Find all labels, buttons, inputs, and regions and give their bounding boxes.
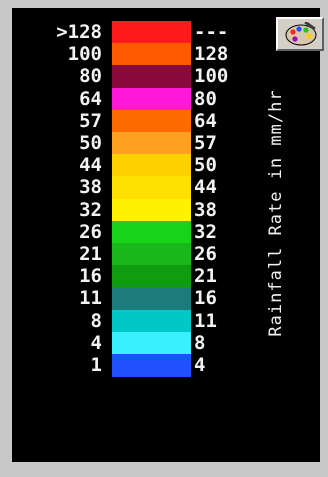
legend-max-label: 21 bbox=[194, 265, 217, 288]
legend-max-label: 16 bbox=[194, 287, 217, 310]
color-swatch-5 bbox=[112, 132, 191, 155]
color-swatch-11 bbox=[112, 265, 191, 289]
legend-min-label: 8 bbox=[90, 309, 102, 332]
color-swatch-3 bbox=[112, 87, 191, 111]
legend-min-label: 44 bbox=[79, 154, 102, 177]
legend-max-label: 100 bbox=[194, 65, 229, 88]
legend-min-label: 16 bbox=[79, 265, 102, 288]
palette-button[interactable] bbox=[276, 17, 324, 51]
legend-title-text: Rainfall Rate in mm/hr bbox=[266, 89, 286, 337]
color-swatch-13 bbox=[112, 309, 191, 333]
legend-max-label: 50 bbox=[194, 154, 217, 177]
legend-max-label: 38 bbox=[194, 198, 217, 221]
legend-max-label: 4 bbox=[194, 354, 206, 376]
color-swatch-14 bbox=[112, 331, 191, 355]
legend-max-label: 128 bbox=[194, 43, 229, 66]
legend-min-label: 100 bbox=[67, 43, 102, 66]
color-swatch-10 bbox=[112, 243, 191, 266]
legend-min-label: 1 bbox=[90, 354, 102, 376]
legend-max-label: 11 bbox=[194, 309, 217, 332]
legend-min-label: 32 bbox=[79, 198, 102, 221]
legend-max-label: 44 bbox=[194, 176, 217, 199]
color-swatch-6 bbox=[112, 154, 191, 178]
legend-min-label: >128 bbox=[56, 21, 102, 43]
color-swatch-12 bbox=[112, 287, 191, 311]
color-swatch-15 bbox=[112, 354, 191, 377]
legend-max-label: 80 bbox=[194, 87, 217, 110]
legend-max-label: 57 bbox=[194, 132, 217, 154]
palette-icon bbox=[285, 22, 317, 46]
legend-min-label: 64 bbox=[79, 87, 102, 110]
color-swatch-4 bbox=[112, 109, 191, 133]
legend-max-label: 64 bbox=[194, 109, 217, 132]
legend-min-label: 4 bbox=[90, 331, 102, 354]
legend-min-label: 11 bbox=[79, 287, 102, 310]
legend-max-label: 32 bbox=[194, 220, 217, 243]
legend-min-label: 50 bbox=[79, 132, 102, 154]
legend-max-label: 26 bbox=[194, 243, 217, 265]
color-swatch-2 bbox=[112, 65, 191, 89]
legend-min-label: 80 bbox=[79, 65, 102, 88]
color-swatch-0 bbox=[112, 21, 191, 44]
legend-max-label: --- bbox=[194, 21, 229, 43]
color-swatch-8 bbox=[112, 198, 191, 222]
legend-min-label: 26 bbox=[79, 220, 102, 243]
color-swatch-7 bbox=[112, 176, 191, 200]
legend-max-label: 8 bbox=[194, 331, 206, 354]
legend-window: >128 100 80 64 57 50 44 38 32 26 21 16 11 8 4 1 --- 128 1… bbox=[0, 0, 328, 477]
legend-min-label: 57 bbox=[79, 109, 102, 132]
color-swatch-9 bbox=[112, 220, 191, 244]
color-swatch-1 bbox=[112, 43, 191, 67]
legend-min-label: 21 bbox=[79, 243, 102, 265]
legend-min-label: 38 bbox=[79, 176, 102, 199]
rainfall-legend-panel: >128 100 80 64 57 50 44 38 32 26 21 16 11 8 4 1 --- 128 1… bbox=[12, 8, 324, 462]
